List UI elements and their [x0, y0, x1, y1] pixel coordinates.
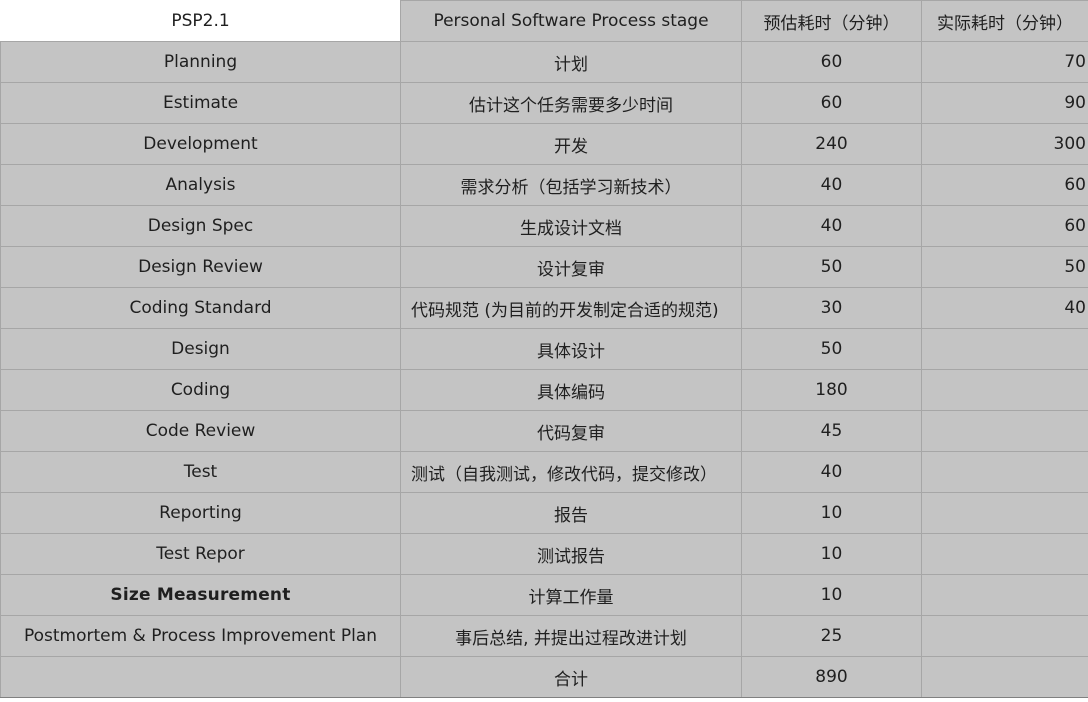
table-row: Code Review 代码复审 45: [1, 411, 1088, 452]
stage-cell[interactable]: Planning: [1, 42, 401, 83]
desc-cell[interactable]: 测试报告: [401, 534, 742, 575]
table-row: Coding Standard 代码规范 (为目前的开发制定合适的规范) 30 …: [1, 288, 1088, 329]
table-row: Estimate 估计这个任务需要多少时间 60 90: [1, 83, 1088, 124]
header-cell-psp[interactable]: PSP2.1: [1, 1, 401, 42]
stage-cell[interactable]: Size Measurement: [1, 575, 401, 616]
actual-cell[interactable]: 60: [922, 206, 1088, 247]
table-row: Design 具体设计 50: [1, 329, 1088, 370]
actual-cell[interactable]: 300: [922, 124, 1088, 165]
table-row: Test Repor 测试报告 10: [1, 534, 1088, 575]
table-row: Analysis 需求分析（包括学习新技术） 40 60: [1, 165, 1088, 206]
desc-cell[interactable]: 需求分析（包括学习新技术）: [401, 165, 742, 206]
estimate-cell[interactable]: 60: [742, 42, 922, 83]
table-row: Size Measurement 计算工作量 10: [1, 575, 1088, 616]
estimate-cell[interactable]: 50: [742, 329, 922, 370]
desc-cell[interactable]: 报告: [401, 493, 742, 534]
header-cell-estimated[interactable]: 预估耗时（分钟）: [742, 1, 922, 42]
stage-cell[interactable]: Code Review: [1, 411, 401, 452]
desc-cell[interactable]: 生成设计文档: [401, 206, 742, 247]
stage-cell[interactable]: Reporting: [1, 493, 401, 534]
estimate-cell[interactable]: 25: [742, 616, 922, 657]
desc-cell[interactable]: 具体编码: [401, 370, 742, 411]
actual-cell[interactable]: [922, 411, 1088, 452]
desc-cell[interactable]: 估计这个任务需要多少时间: [401, 83, 742, 124]
stage-cell[interactable]: Coding Standard: [1, 288, 401, 329]
actual-cell[interactable]: 60: [922, 165, 1088, 206]
estimate-cell[interactable]: 10: [742, 493, 922, 534]
table-row: Development 开发 240 300: [1, 124, 1088, 165]
stage-cell[interactable]: Design Spec: [1, 206, 401, 247]
table-row: Planning 计划 60 70: [1, 42, 1088, 83]
total-actual-cell[interactable]: [922, 657, 1088, 698]
estimate-cell[interactable]: 40: [742, 165, 922, 206]
desc-cell[interactable]: 代码规范 (为目前的开发制定合适的规范): [401, 288, 742, 329]
actual-cell[interactable]: [922, 493, 1088, 534]
header-cell-actual[interactable]: 实际耗时（分钟）: [922, 1, 1088, 42]
estimate-cell[interactable]: 30: [742, 288, 922, 329]
estimate-cell[interactable]: 50: [742, 247, 922, 288]
desc-cell[interactable]: 设计复审: [401, 247, 742, 288]
stage-cell[interactable]: Test: [1, 452, 401, 493]
actual-cell[interactable]: 50: [922, 247, 1088, 288]
actual-cell[interactable]: [922, 329, 1088, 370]
table-row: Reporting 报告 10: [1, 493, 1088, 534]
stage-cell[interactable]: Design: [1, 329, 401, 370]
desc-cell[interactable]: 计算工作量: [401, 575, 742, 616]
total-label-cell[interactable]: 合计: [401, 657, 742, 698]
table-row: Design Review 设计复审 50 50: [1, 247, 1088, 288]
estimate-cell[interactable]: 40: [742, 452, 922, 493]
desc-cell[interactable]: 开发: [401, 124, 742, 165]
header-cell-stage[interactable]: Personal Software Process stage: [401, 1, 742, 42]
actual-cell[interactable]: 90: [922, 83, 1088, 124]
actual-cell[interactable]: [922, 452, 1088, 493]
stage-cell[interactable]: Design Review: [1, 247, 401, 288]
stage-cell[interactable]: [1, 657, 401, 698]
table-row: Design Spec 生成设计文档 40 60: [1, 206, 1088, 247]
stage-cell[interactable]: Estimate: [1, 83, 401, 124]
header-row: PSP2.1 Personal Software Process stage 预…: [1, 1, 1088, 42]
total-row: 合计 890: [1, 657, 1088, 698]
stage-cell[interactable]: Development: [1, 124, 401, 165]
actual-cell[interactable]: [922, 370, 1088, 411]
desc-cell[interactable]: 具体设计: [401, 329, 742, 370]
stage-cell[interactable]: Postmortem & Process Improvement Plan: [1, 616, 401, 657]
table-row: Postmortem & Process Improvement Plan 事后…: [1, 616, 1088, 657]
table-row: Test 测试（自我测试，修改代码，提交修改） 40: [1, 452, 1088, 493]
sheet-bottom-edge: [0, 697, 1088, 702]
desc-cell[interactable]: 代码复审: [401, 411, 742, 452]
actual-cell[interactable]: [922, 534, 1088, 575]
estimate-cell[interactable]: 40: [742, 206, 922, 247]
psp-table: PSP2.1 Personal Software Process stage 预…: [0, 0, 1088, 698]
estimate-cell[interactable]: 10: [742, 575, 922, 616]
actual-cell[interactable]: [922, 575, 1088, 616]
estimate-cell[interactable]: 60: [742, 83, 922, 124]
total-estimate-cell[interactable]: 890: [742, 657, 922, 698]
estimate-cell[interactable]: 10: [742, 534, 922, 575]
actual-cell[interactable]: 40: [922, 288, 1088, 329]
estimate-cell[interactable]: 45: [742, 411, 922, 452]
desc-cell[interactable]: 事后总结, 并提出过程改进计划: [401, 616, 742, 657]
estimate-cell[interactable]: 180: [742, 370, 922, 411]
stage-cell[interactable]: Coding: [1, 370, 401, 411]
desc-cell[interactable]: 计划: [401, 42, 742, 83]
actual-cell[interactable]: [922, 616, 1088, 657]
estimate-cell[interactable]: 240: [742, 124, 922, 165]
stage-cell[interactable]: Analysis: [1, 165, 401, 206]
desc-cell[interactable]: 测试（自我测试，修改代码，提交修改）: [401, 452, 742, 493]
table-row: Coding 具体编码 180: [1, 370, 1088, 411]
actual-cell[interactable]: 70: [922, 42, 1088, 83]
stage-cell[interactable]: Test Repor: [1, 534, 401, 575]
